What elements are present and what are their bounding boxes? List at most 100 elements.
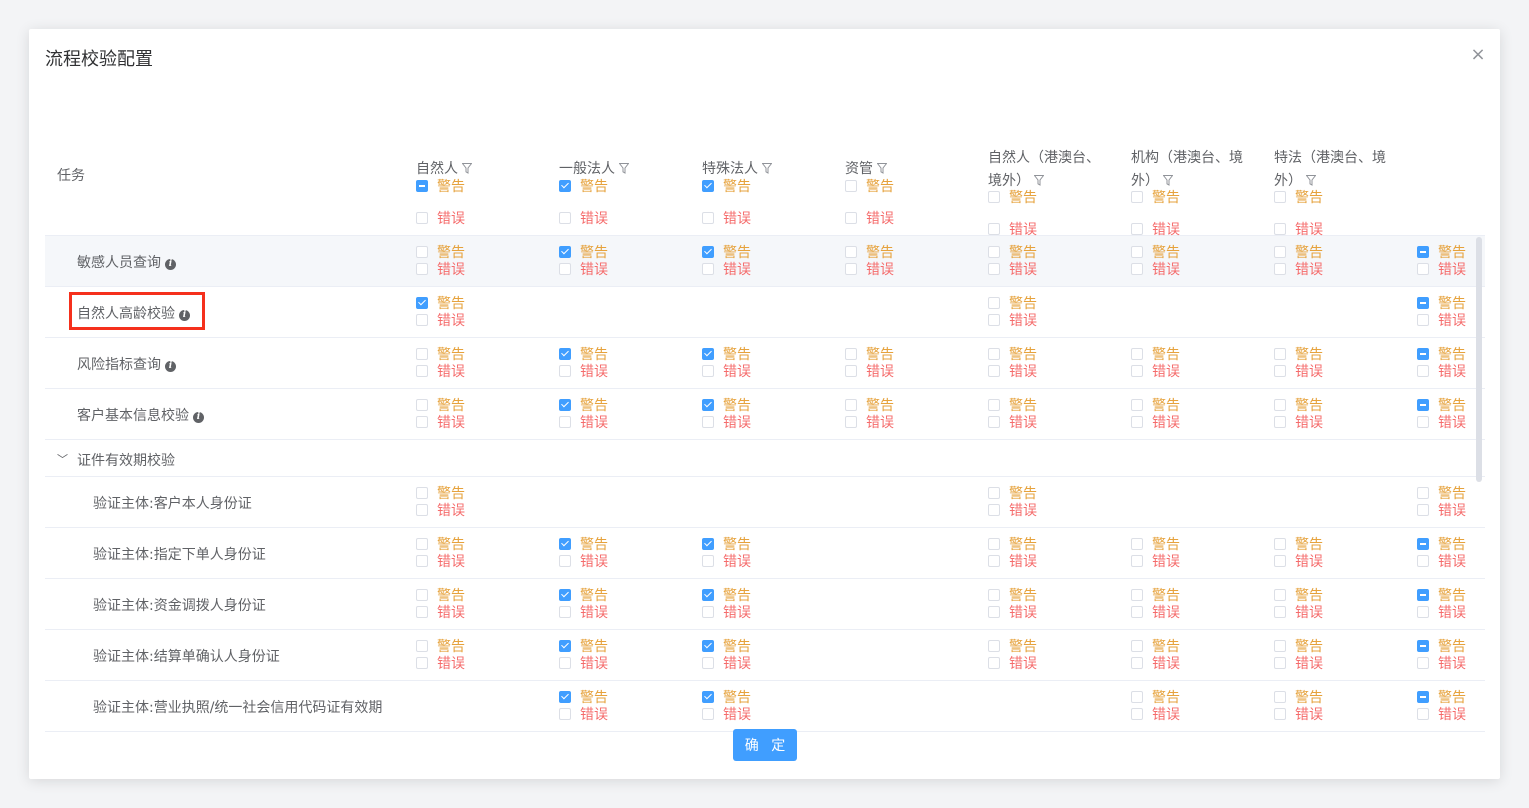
checkbox[interactable] [559,538,571,550]
checkbox[interactable] [1417,487,1429,499]
checkbox[interactable] [1131,538,1143,550]
checkbox[interactable] [988,504,1000,516]
checkbox[interactable] [988,191,1000,203]
header-error-checkbox[interactable]: 错误 [702,209,751,227]
checkbox[interactable] [1417,657,1429,669]
checkbox[interactable] [559,263,571,275]
checkbox[interactable] [416,504,428,516]
checkbox[interactable] [988,223,1000,235]
checkbox[interactable] [1274,416,1286,428]
error-checkbox[interactable]: 错误 [559,552,608,570]
checkbox[interactable] [1131,657,1143,669]
checkbox[interactable] [988,348,1000,360]
checkbox[interactable] [1274,640,1286,652]
checkbox[interactable] [416,416,428,428]
checkbox[interactable] [1274,606,1286,618]
error-checkbox[interactable]: 错误 [1417,501,1466,519]
checkbox[interactable] [416,538,428,550]
checkbox[interactable] [702,246,714,258]
checkbox[interactable] [702,416,714,428]
checkbox[interactable] [559,657,571,669]
checkbox[interactable] [1417,708,1429,720]
checkbox[interactable] [1417,589,1429,601]
error-checkbox[interactable]: 错误 [1417,552,1466,570]
checkbox[interactable] [559,348,571,360]
checkbox[interactable] [1274,708,1286,720]
checkbox[interactable] [1417,348,1429,360]
header-warn-checkbox[interactable]: 警告 [559,177,608,195]
checkbox[interactable] [559,691,571,703]
checkbox[interactable] [1131,589,1143,601]
info-icon[interactable]: i [165,259,176,270]
checkbox[interactable] [1274,365,1286,377]
checkbox[interactable] [416,589,428,601]
checkbox[interactable] [559,606,571,618]
error-checkbox[interactable]: 错误 [702,603,751,621]
checkbox[interactable] [416,555,428,567]
info-icon[interactable]: i [179,310,190,321]
checkbox[interactable] [1131,691,1143,703]
checkbox[interactable] [1131,399,1143,411]
error-checkbox[interactable]: 错误 [988,311,1037,329]
checkbox[interactable] [845,180,857,192]
checkbox[interactable] [988,399,1000,411]
error-checkbox[interactable]: 错误 [702,362,751,380]
error-checkbox[interactable]: 错误 [1417,260,1466,278]
checkbox[interactable] [1274,348,1286,360]
checkbox[interactable] [702,589,714,601]
checkbox[interactable] [1131,348,1143,360]
checkbox[interactable] [702,180,714,192]
checkbox[interactable] [416,180,428,192]
error-checkbox[interactable]: 错误 [559,413,608,431]
header-warn-checkbox[interactable]: 警告 [845,177,894,195]
error-checkbox[interactable]: 错误 [416,603,465,621]
checkbox[interactable] [702,538,714,550]
error-checkbox[interactable]: 错误 [1274,260,1323,278]
checkbox[interactable] [988,606,1000,618]
checkbox[interactable] [1417,691,1429,703]
error-checkbox[interactable]: 错误 [988,501,1037,519]
error-checkbox[interactable]: 错误 [1417,311,1466,329]
checkbox[interactable] [988,314,1000,326]
info-icon[interactable]: i [165,361,176,372]
error-checkbox[interactable]: 错误 [559,705,608,723]
error-checkbox[interactable]: 错误 [988,260,1037,278]
error-checkbox[interactable]: 错误 [1274,654,1323,672]
header-error-checkbox[interactable]: 错误 [559,209,608,227]
checkbox[interactable] [1417,246,1429,258]
checkbox[interactable] [559,246,571,258]
error-checkbox[interactable]: 错误 [1131,552,1180,570]
checkbox[interactable] [1274,691,1286,703]
error-checkbox[interactable]: 错误 [559,654,608,672]
checkbox[interactable] [1274,246,1286,258]
header-warn-checkbox[interactable]: 警告 [1131,188,1180,206]
checkbox[interactable] [1274,589,1286,601]
header-error-checkbox[interactable]: 错误 [845,209,894,227]
checkbox[interactable] [416,348,428,360]
header-warn-checkbox[interactable]: 警告 [416,177,465,195]
checkbox[interactable] [988,263,1000,275]
error-checkbox[interactable]: 错误 [702,260,751,278]
error-checkbox[interactable]: 错误 [845,413,894,431]
error-checkbox[interactable]: 错误 [1274,552,1323,570]
error-checkbox[interactable]: 错误 [702,552,751,570]
error-checkbox[interactable]: 错误 [988,362,1037,380]
error-checkbox[interactable]: 错误 [1131,705,1180,723]
checkbox[interactable] [988,365,1000,377]
checkbox[interactable] [845,399,857,411]
checkbox[interactable] [1274,657,1286,669]
error-checkbox[interactable]: 错误 [1131,603,1180,621]
checkbox[interactable] [416,365,428,377]
error-checkbox[interactable]: 错误 [702,654,751,672]
error-checkbox[interactable]: 错误 [1131,413,1180,431]
checkbox[interactable] [988,416,1000,428]
error-checkbox[interactable]: 错误 [416,260,465,278]
checkbox[interactable] [1274,555,1286,567]
error-checkbox[interactable]: 错误 [845,260,894,278]
checkbox[interactable] [845,212,857,224]
checkbox[interactable] [845,365,857,377]
checkbox[interactable] [416,399,428,411]
error-checkbox[interactable]: 错误 [416,654,465,672]
error-checkbox[interactable]: 错误 [416,552,465,570]
checkbox[interactable] [702,708,714,720]
